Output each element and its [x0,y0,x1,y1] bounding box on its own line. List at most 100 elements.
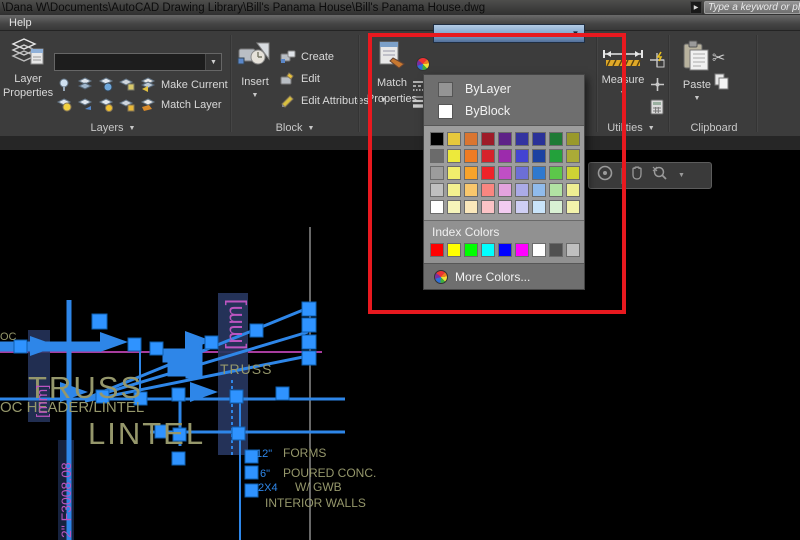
drawing-canvas[interactable]: OC TRUSS TRUSS OC HEADER/LINTEL LINTEL F… [0,150,800,540]
palette-swatch[interactable] [447,183,461,197]
menu-help[interactable]: Help [0,17,41,29]
block-panel-label: Block [276,122,303,134]
color-option-bylayer[interactable]: ByLayer [424,78,584,100]
make-current-label[interactable]: Make Current [161,79,228,91]
match-layer-icon[interactable] [140,97,156,112]
chevron-down-icon[interactable]: ▼ [567,25,584,42]
palette-swatch[interactable] [464,166,478,180]
palette-swatch[interactable] [498,149,512,163]
palette-swatch[interactable] [498,132,512,146]
cut-scissors-icon[interactable]: ✂ [712,51,725,67]
block-edit-item[interactable]: Edit [280,71,320,86]
document-path: \Dana W\Documents\AutoCAD Drawing Librar… [0,2,690,14]
palette-swatch[interactable] [481,166,495,180]
layer-on-icon[interactable] [56,97,72,112]
palette-swatch[interactable] [549,166,563,180]
block-panel-footer[interactable]: Block ▼ [240,120,350,136]
palette-swatch[interactable] [464,183,478,197]
palette-swatch[interactable] [447,166,461,180]
palette-swatch[interactable] [515,200,529,214]
palette-swatch[interactable] [566,166,580,180]
make-current-icon[interactable] [140,77,156,92]
utilities-panel-footer[interactable]: Utilities ▼ [598,120,664,136]
steering-wheel-icon[interactable] [597,165,613,186]
palette-swatch[interactable] [430,132,444,146]
palette-swatch[interactable] [447,149,461,163]
palette-swatch[interactable] [430,200,444,214]
layer-thaw-icon[interactable] [77,97,93,112]
zoom-extents-icon[interactable] [652,165,670,186]
block-create-item[interactable]: Create [280,49,334,64]
layer-freeze-icon[interactable] [98,77,114,92]
palette-swatch[interactable] [430,149,444,163]
palette-swatch[interactable] [447,200,461,214]
palette-swatch[interactable] [498,166,512,180]
palette-swatch[interactable] [464,132,478,146]
match-properties-button[interactable]: Match Properties [366,40,418,106]
color-option-byblock[interactable]: ByBlock [424,100,584,122]
palette-swatch[interactable] [430,183,444,197]
index-color-swatch[interactable] [549,243,563,257]
palette-swatch[interactable] [515,183,529,197]
insert-block-button[interactable]: Insert ▼ [236,41,274,99]
layer-off-icon[interactable] [56,77,72,92]
id-point-icon[interactable] [648,51,666,74]
chevron-down-icon[interactable]: ▼ [678,172,685,179]
palette-swatch[interactable] [481,183,495,197]
palette-swatch[interactable] [481,200,495,214]
more-colors-button[interactable]: More Colors... [424,263,584,289]
object-color-combobox[interactable]: ▼ [433,24,585,43]
palette-swatch[interactable] [481,132,495,146]
copy-icon[interactable] [714,73,730,95]
match-layer-label[interactable]: Match Layer [161,99,222,111]
layer-isolate-icon[interactable] [77,77,93,92]
layer-properties-button[interactable]: Layer Properties [4,36,52,100]
palette-swatch[interactable] [515,149,529,163]
palette-swatch[interactable] [481,149,495,163]
layers-panel-footer[interactable]: Layers ▼ [30,120,196,136]
pan-hand-icon[interactable] [630,165,644,186]
palette-swatch[interactable] [515,166,529,180]
index-color-swatch[interactable] [515,243,529,257]
index-color-swatch[interactable] [430,243,444,257]
palette-swatch[interactable] [532,200,546,214]
palette-swatch[interactable] [566,183,580,197]
palette-swatch[interactable] [549,132,563,146]
palette-swatch[interactable] [464,200,478,214]
palette-swatch[interactable] [464,149,478,163]
help-search-input[interactable]: Type a keyword or phrase [704,1,800,14]
cad-blue-text-fragments[interactable]: 12" 6" 2X4 [256,448,278,494]
palette-swatch[interactable] [566,132,580,146]
palette-swatch[interactable] [532,166,546,180]
palette-swatch[interactable] [549,200,563,214]
layer-tools-row-1: Make Current [56,77,228,92]
quick-calculator-icon[interactable] [650,99,664,120]
index-color-swatch[interactable] [481,243,495,257]
measure-button[interactable]: Measure ▼ [598,49,648,97]
palette-swatch[interactable] [532,149,546,163]
layer-selector-combobox[interactable]: ▼ [54,53,222,71]
palette-swatch[interactable] [532,132,546,146]
index-color-swatch[interactable] [447,243,461,257]
palette-swatch[interactable] [430,166,444,180]
index-color-swatch[interactable] [464,243,478,257]
point-style-icon[interactable] [650,77,665,97]
index-color-swatch[interactable] [532,243,546,257]
palette-swatch[interactable] [498,200,512,214]
palette-swatch[interactable] [549,183,563,197]
palette-swatch[interactable] [549,149,563,163]
search-go-button[interactable]: ▶ [690,1,702,14]
layer-lock-icon[interactable] [119,77,135,92]
index-color-swatch[interactable] [498,243,512,257]
chevron-down-icon[interactable]: ▼ [205,54,221,70]
match-properties-icon [377,40,407,75]
palette-swatch[interactable] [515,132,529,146]
layer-settings-icon[interactable] [98,97,114,112]
palette-swatch[interactable] [566,200,580,214]
palette-swatch[interactable] [532,183,546,197]
palette-swatch[interactable] [566,149,580,163]
index-color-swatch[interactable] [566,243,580,257]
palette-swatch[interactable] [498,183,512,197]
layer-unlock-icon[interactable] [119,97,135,112]
palette-swatch[interactable] [447,132,461,146]
